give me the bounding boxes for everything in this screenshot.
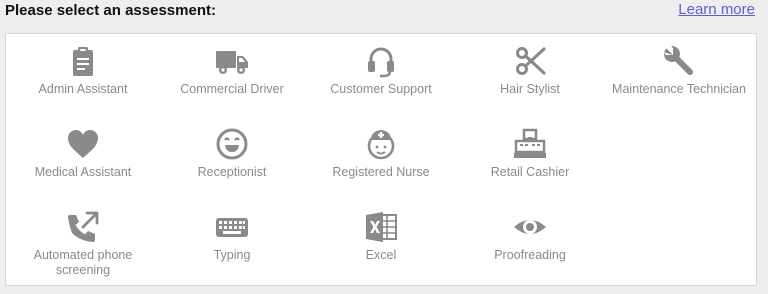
- phone-outgoing-icon: [66, 210, 100, 244]
- heart-icon: [66, 127, 100, 161]
- eye-icon: [513, 210, 547, 244]
- assessment-label: Registered Nurse: [332, 165, 430, 179]
- scissors-icon: [513, 44, 547, 78]
- assessment-admin-assistant[interactable]: Admin Assistant: [9, 35, 157, 115]
- assessment-label: Proofreading: [494, 248, 566, 262]
- assessment-label: Customer Support: [330, 82, 432, 96]
- header: Please select an assessment: Learn more: [5, 0, 757, 22]
- assessment-receptionist[interactable]: Receptionist: [158, 118, 306, 198]
- assessment-commercial-driver[interactable]: Commercial Driver: [158, 35, 306, 115]
- keyboard-icon: [215, 210, 249, 244]
- assessment-label: Retail Cashier: [490, 165, 570, 179]
- assessment-proofreading[interactable]: Proofreading: [456, 201, 604, 281]
- wrench-icon: [662, 44, 696, 78]
- page-title: Please select an assessment:: [5, 2, 216, 19]
- smiley-icon: [215, 127, 249, 161]
- headset-icon: [364, 44, 398, 78]
- assessment-label: Admin Assistant: [38, 82, 128, 96]
- clipboard-icon: [66, 44, 100, 78]
- assessment-registered-nurse[interactable]: Registered Nurse: [307, 118, 455, 198]
- cash-register-icon: [513, 127, 547, 161]
- assessment-customer-support[interactable]: Customer Support: [307, 35, 455, 115]
- assessment-label: Commercial Driver: [180, 82, 284, 96]
- excel-icon: [364, 210, 398, 244]
- assessment-hair-stylist[interactable]: Hair Stylist: [456, 35, 604, 115]
- assessment-label: Maintenance Technician: [612, 82, 746, 96]
- assessment-label: Medical Assistant: [34, 165, 132, 179]
- assessment-label: Typing: [213, 248, 251, 262]
- assessment-excel[interactable]: Excel: [307, 201, 455, 281]
- assessment-maintenance-technician[interactable]: Maintenance Technician: [605, 35, 753, 115]
- assessment-label: Receptionist: [197, 165, 267, 179]
- learn-more-link[interactable]: Learn more: [678, 1, 755, 18]
- assessment-label: Automated phone screening: [33, 248, 133, 277]
- assessment-panel: Admin Assistant Commercial Driver Custom…: [5, 33, 757, 286]
- assessment-medical-assistant[interactable]: Medical Assistant: [9, 118, 157, 198]
- assessment-retail-cashier[interactable]: Retail Cashier: [456, 118, 604, 198]
- assessment-typing[interactable]: Typing: [158, 201, 306, 281]
- nurse-icon: [364, 127, 398, 161]
- truck-icon: [215, 44, 249, 78]
- assessment-automated-phone-screening[interactable]: Automated phone screening: [9, 201, 157, 281]
- assessment-label: Excel: [365, 248, 397, 262]
- assessment-label: Hair Stylist: [500, 82, 560, 96]
